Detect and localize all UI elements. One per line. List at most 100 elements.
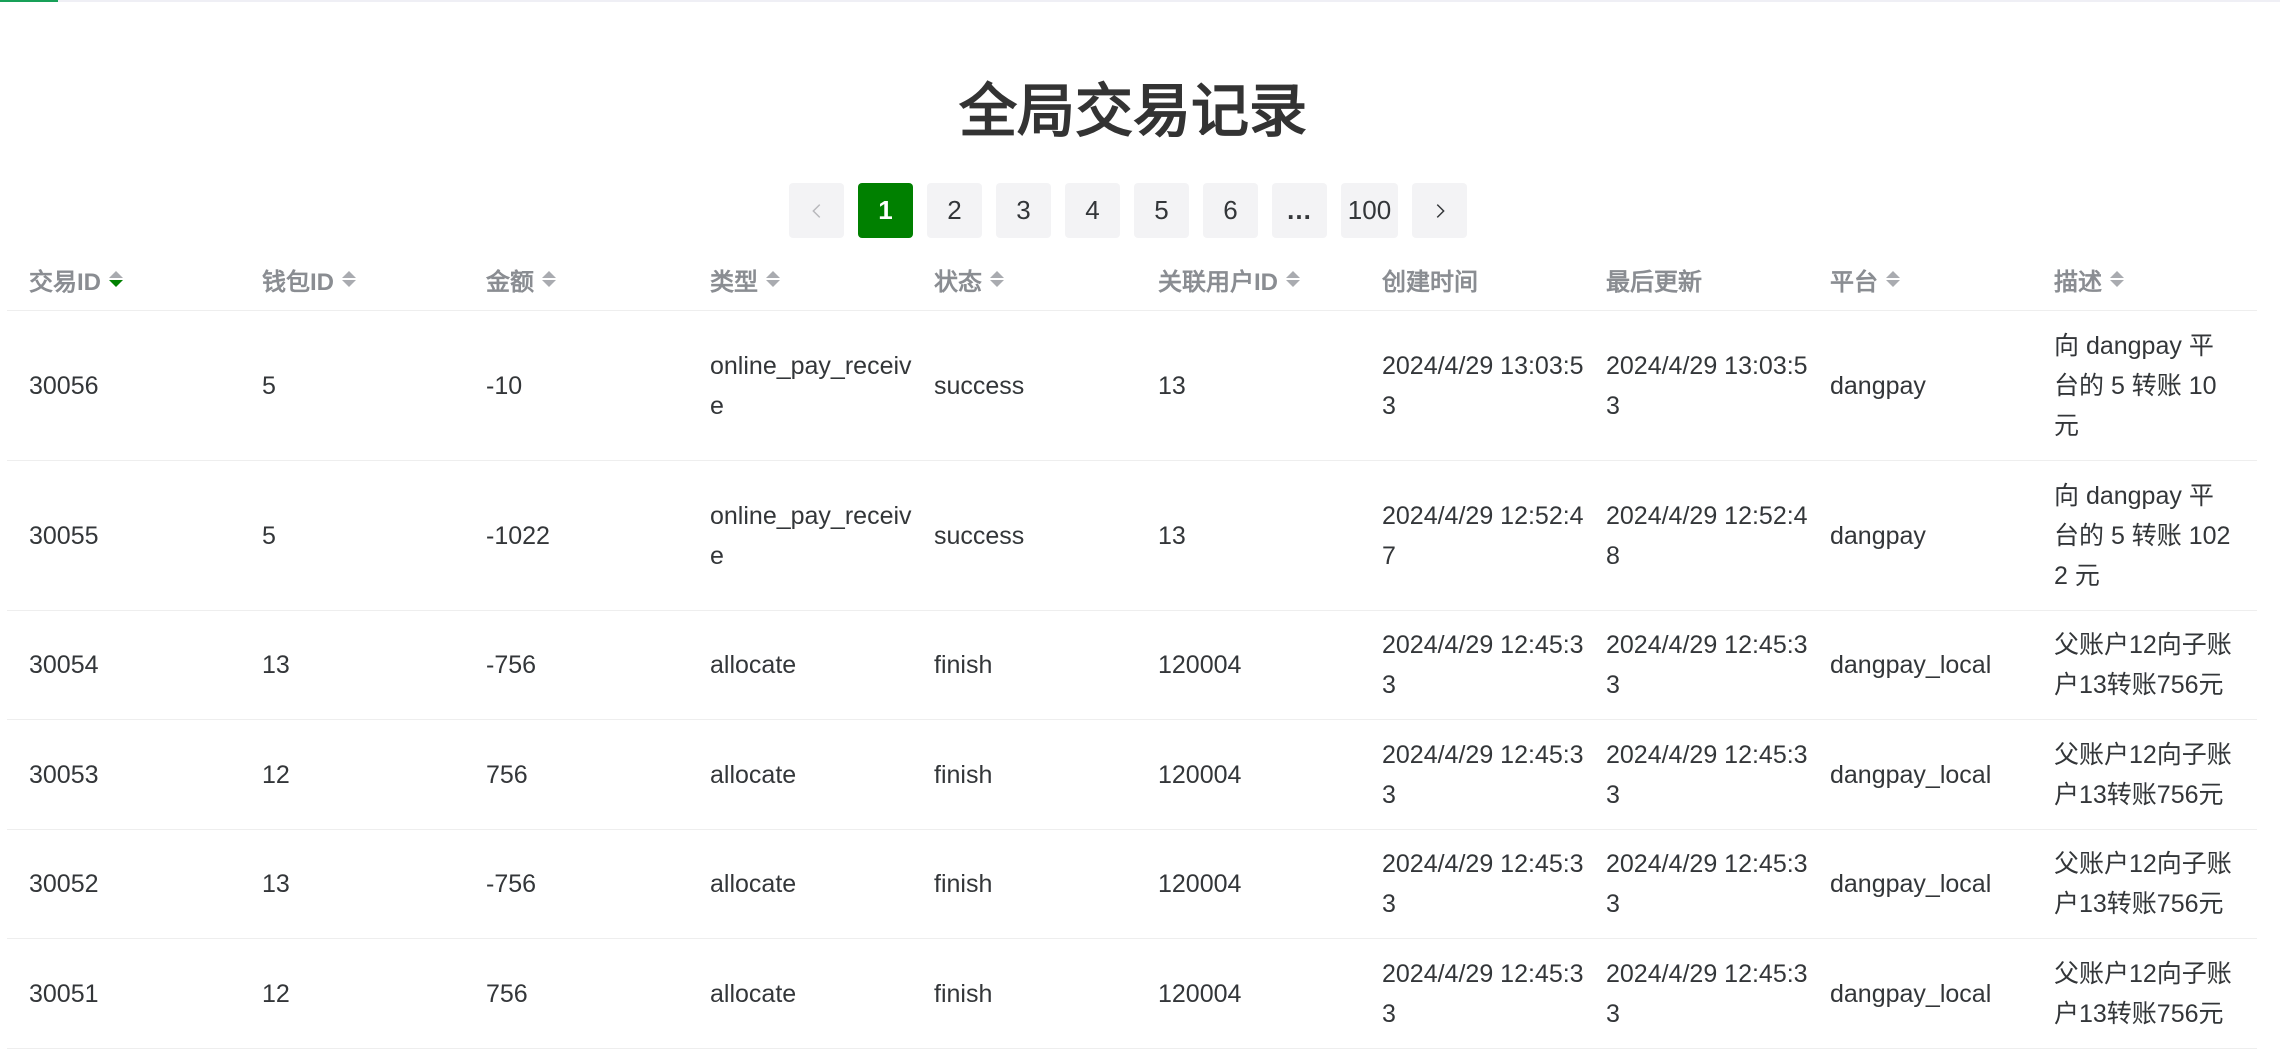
column-header-platform[interactable]: 平台 bbox=[1808, 248, 2032, 311]
cell-last-updated: 2024/4/29 13:03:53 bbox=[1584, 310, 1808, 461]
cell-type: allocate bbox=[688, 719, 912, 830]
column-header-last-updated: 最后更新 bbox=[1584, 248, 1808, 311]
cell-type: allocate bbox=[688, 938, 912, 1049]
column-label: 钱包ID bbox=[262, 268, 334, 296]
column-label: 创建时间 bbox=[1382, 268, 1478, 296]
cell-transaction-id: 30055 bbox=[7, 460, 240, 611]
cell-status: finish bbox=[912, 719, 1136, 830]
cell-amount: 756 bbox=[464, 719, 688, 830]
page-button-6[interactable]: 6 bbox=[1203, 183, 1258, 238]
column-label: 金额 bbox=[486, 268, 534, 296]
column-label: 关联用户ID bbox=[1158, 268, 1278, 296]
cell-created-time: 2024/4/29 12:45:33 bbox=[1360, 938, 1584, 1049]
cell-related-user-id: 120004 bbox=[1136, 719, 1360, 830]
sort-icon[interactable] bbox=[1886, 271, 1900, 287]
column-label: 状态 bbox=[934, 268, 982, 296]
cell-platform: dangpay_local bbox=[1808, 719, 2032, 830]
cell-created-time: 2024/4/29 13:03:53 bbox=[1360, 310, 1584, 461]
cell-amount: -756 bbox=[464, 829, 688, 939]
top-accent-bar bbox=[0, 0, 58, 2]
cell-created-time: 2024/4/29 12:52:47 bbox=[1360, 460, 1584, 611]
cell-transaction-id: 30052 bbox=[7, 829, 240, 939]
sort-desc-icon[interactable] bbox=[109, 271, 123, 287]
cell-description: 父账户12向子账户13转账756元 bbox=[2032, 829, 2257, 939]
cell-platform: dangpay bbox=[1808, 310, 2032, 461]
cell-type: allocate bbox=[688, 829, 912, 939]
pagination: 1 2 3 4 5 6 … 100 bbox=[789, 183, 1467, 238]
prev-page-button[interactable] bbox=[789, 183, 844, 238]
cell-platform: dangpay_local bbox=[1808, 610, 2032, 720]
cell-created-time: 2024/4/29 12:45:33 bbox=[1360, 610, 1584, 720]
column-header-created-time: 创建时间 bbox=[1360, 248, 1584, 311]
cell-amount: -10 bbox=[464, 310, 688, 461]
column-label: 最后更新 bbox=[1606, 268, 1702, 296]
cell-type: allocate bbox=[688, 610, 912, 720]
cell-created-time: 2024/4/29 12:45:33 bbox=[1360, 829, 1584, 939]
cell-status: success bbox=[912, 310, 1136, 461]
page-button-5[interactable]: 5 bbox=[1134, 183, 1189, 238]
page-button-2[interactable]: 2 bbox=[927, 183, 982, 238]
sort-icon[interactable] bbox=[542, 271, 556, 287]
cell-description: 向 dangpay 平台的 5 转账 10 元 bbox=[2032, 310, 2257, 461]
cell-related-user-id: 120004 bbox=[1136, 829, 1360, 939]
column-label: 描述 bbox=[2054, 268, 2102, 296]
cell-status: success bbox=[912, 460, 1136, 611]
next-page-button[interactable] bbox=[1412, 183, 1467, 238]
cell-wallet-id: 13 bbox=[240, 829, 464, 939]
cell-description: 父账户12向子账户13转账756元 bbox=[2032, 719, 2257, 830]
cell-transaction-id: 30054 bbox=[7, 610, 240, 720]
top-divider bbox=[0, 0, 2280, 2]
page-title: 全局交易记录 bbox=[958, 79, 1307, 144]
page-button-4[interactable]: 4 bbox=[1065, 183, 1120, 238]
cell-type: online_pay_receive bbox=[688, 310, 912, 461]
sort-icon[interactable] bbox=[766, 271, 780, 287]
table-row: 30051 12 756 allocate finish 120004 2024… bbox=[7, 938, 2257, 1049]
cell-status: finish bbox=[912, 938, 1136, 1049]
sort-icon[interactable] bbox=[1286, 271, 1300, 287]
cell-platform: dangpay_local bbox=[1808, 829, 2032, 939]
cell-amount: -756 bbox=[464, 610, 688, 720]
cell-created-time: 2024/4/29 12:45:33 bbox=[1360, 719, 1584, 830]
table-row: 30053 12 756 allocate finish 120004 2024… bbox=[7, 719, 2257, 830]
cell-description: 父账户12向子账户13转账756元 bbox=[2032, 610, 2257, 720]
cell-wallet-id: 5 bbox=[240, 460, 464, 611]
column-header-related-user-id[interactable]: 关联用户ID bbox=[1136, 248, 1360, 311]
cell-last-updated: 2024/4/29 12:45:33 bbox=[1584, 719, 1808, 830]
transactions-table: 交易ID 钱包ID 金额 类型 状态 关联用户ID 创建时间 最后更新 平台 描… bbox=[7, 248, 2257, 1049]
column-header-description[interactable]: 描述 bbox=[2032, 248, 2257, 311]
cell-platform: dangpay_local bbox=[1808, 938, 2032, 1049]
column-label: 类型 bbox=[710, 268, 758, 296]
table-row: 30055 5 -1022 online_pay_receive success… bbox=[7, 460, 2257, 611]
column-label: 交易ID bbox=[29, 268, 101, 296]
sort-icon[interactable] bbox=[342, 271, 356, 287]
cell-last-updated: 2024/4/29 12:52:48 bbox=[1584, 460, 1808, 611]
sort-icon[interactable] bbox=[2110, 271, 2124, 287]
cell-wallet-id: 13 bbox=[240, 610, 464, 720]
column-header-transaction-id[interactable]: 交易ID bbox=[7, 248, 240, 311]
cell-transaction-id: 30051 bbox=[7, 938, 240, 1049]
page-button-100[interactable]: 100 bbox=[1341, 183, 1398, 238]
cell-related-user-id: 13 bbox=[1136, 310, 1360, 461]
cell-last-updated: 2024/4/29 12:45:33 bbox=[1584, 938, 1808, 1049]
cell-related-user-id: 120004 bbox=[1136, 938, 1360, 1049]
cell-wallet-id: 12 bbox=[240, 719, 464, 830]
page-button-3[interactable]: 3 bbox=[996, 183, 1051, 238]
sort-icon[interactable] bbox=[990, 271, 1004, 287]
cell-wallet-id: 12 bbox=[240, 938, 464, 1049]
table-header-row: 交易ID 钱包ID 金额 类型 状态 关联用户ID 创建时间 最后更新 平台 描… bbox=[7, 248, 2257, 311]
cell-description: 父账户12向子账户13转账756元 bbox=[2032, 938, 2257, 1049]
page-button-1[interactable]: 1 bbox=[858, 183, 913, 238]
cell-last-updated: 2024/4/29 12:45:33 bbox=[1584, 829, 1808, 939]
more-pages-button[interactable]: … bbox=[1272, 183, 1327, 238]
cell-status: finish bbox=[912, 610, 1136, 720]
table-row: 30052 13 -756 allocate finish 120004 202… bbox=[7, 829, 2257, 939]
column-header-status[interactable]: 状态 bbox=[912, 248, 1136, 311]
cell-amount: 756 bbox=[464, 938, 688, 1049]
cell-transaction-id: 30053 bbox=[7, 719, 240, 830]
column-header-type[interactable]: 类型 bbox=[688, 248, 912, 311]
cell-related-user-id: 13 bbox=[1136, 460, 1360, 611]
column-header-amount[interactable]: 金额 bbox=[464, 248, 688, 311]
chevron-right-icon bbox=[1436, 203, 1445, 218]
cell-status: finish bbox=[912, 829, 1136, 939]
column-header-wallet-id[interactable]: 钱包ID bbox=[240, 248, 464, 311]
